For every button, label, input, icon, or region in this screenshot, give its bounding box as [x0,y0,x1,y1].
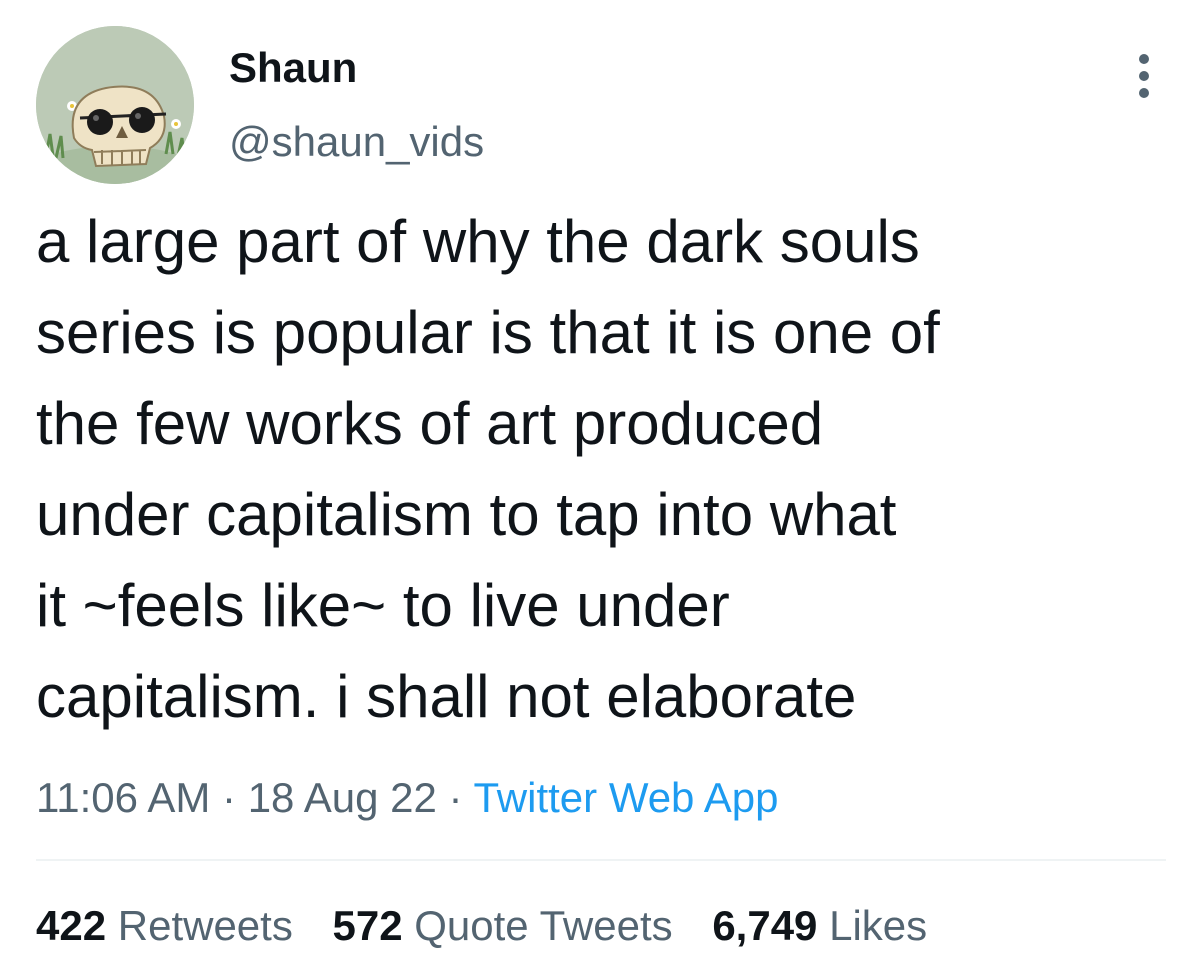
skull-avatar-image [36,26,194,184]
meta-separator: · [448,774,463,821]
author-handle[interactable]: @shaun_vids [229,116,484,168]
more-icon[interactable] [1122,44,1166,108]
tweet-line: capitalism. i shall not elaborate [36,663,857,730]
quote-tweets-stat[interactable]: 572 Quote Tweets [333,898,673,954]
retweets-count: 422 [36,902,107,949]
tweet-line: a large part of why the dark souls [36,208,920,275]
tweet-text: a large part of why the dark souls serie… [36,196,1176,742]
more-dot [1139,88,1149,98]
retweets-stat[interactable]: 422 Retweets [36,898,293,954]
tweet-line: the few works of art produced [36,390,824,457]
tweet-meta: 11:06 AM · 18 Aug 22 · Twitter Web App [36,770,779,826]
tweet-time[interactable]: 11:06 AM [36,774,210,821]
meta-separator: · [222,774,237,821]
tweet-line: series is popular is that it is one of [36,299,940,366]
tweet-line: under capitalism to tap into what [36,481,897,548]
tweet: Shaun @shaun_vids a large part of why th… [0,0,1200,967]
quote-tweets-label: Quote Tweets [414,902,673,949]
tweet-source-link[interactable]: Twitter Web App [473,774,778,821]
more-dot [1139,54,1149,64]
author-name[interactable]: Shaun [229,42,357,94]
likes-label: Likes [829,902,928,949]
more-dot [1139,71,1149,81]
avatar[interactable] [36,26,194,184]
tweet-line: it ~feels like~ to live under [36,572,730,639]
tweet-stats: 422 Retweets 572 Quote Tweets 6,749 Like… [36,898,955,954]
divider [36,859,1166,861]
tweet-date[interactable]: 18 Aug 22 [248,774,437,821]
likes-count: 6,749 [712,902,818,949]
retweets-label: Retweets [117,902,293,949]
likes-stat[interactable]: 6,749 Likes [712,898,927,954]
quote-tweets-count: 572 [332,902,403,949]
